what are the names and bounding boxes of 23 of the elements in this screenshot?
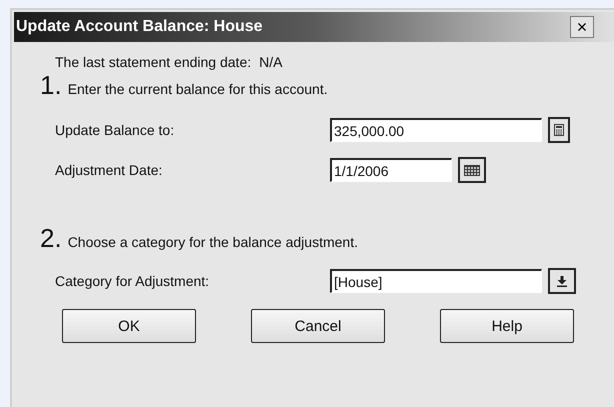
calendar-button[interactable] — [458, 157, 486, 183]
dialog-button[interactable]: Cancel — [251, 309, 385, 343]
dropdown-arrow-icon — [557, 276, 567, 286]
category-combo-field[interactable]: [House] — [330, 269, 542, 293]
step-number: 1. — [40, 70, 62, 101]
balance-field[interactable]: 325,000.00 — [330, 118, 542, 142]
dialog-button[interactable]: Help — [440, 309, 574, 343]
dialog-button[interactable]: OK — [62, 309, 196, 343]
window-title: Update Account Balance: House — [16, 18, 263, 36]
field-label: Adjustment Date: — [55, 162, 164, 178]
step-instruction: Choose a category for the balance adjustment. — [68, 234, 358, 250]
step-number: 2. — [40, 223, 62, 254]
calculator-button[interactable] — [548, 117, 570, 143]
dropdown-button[interactable] — [548, 268, 576, 294]
statement-label: The last statement ending date: — [55, 54, 252, 70]
field-label: Category for Adjustment: — [55, 273, 210, 289]
calculator-icon — [554, 124, 564, 136]
close-button[interactable]: × — [570, 16, 594, 38]
field-label: Update Balance to: — [55, 122, 176, 138]
date-field[interactable]: 1/1/2006 — [330, 158, 452, 182]
calendar-icon — [464, 164, 480, 176]
step-instruction: Enter the current balance for this account. — [68, 81, 328, 97]
statement-date: N/A — [259, 54, 282, 70]
